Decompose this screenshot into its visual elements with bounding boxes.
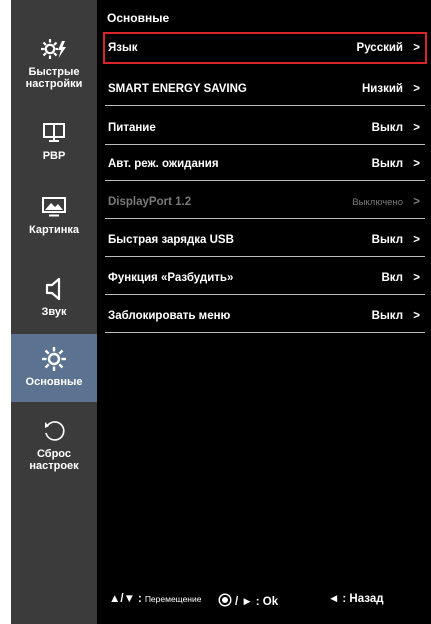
settings-panel: Основные Язык Русский > SMART ENERGY SAV… <box>97 0 431 624</box>
menu-row-auto-standby[interactable]: Авт. реж. ожидания Выкл > <box>105 150 425 181</box>
sidebar: Быстрые настройки PBP Картинка Звук Осно… <box>11 0 97 624</box>
row-label: Авт. реж. ожидания <box>108 158 219 170</box>
divider <box>105 256 425 257</box>
sidebar-item-label: Основные <box>25 376 83 388</box>
row-value: Выкл <box>371 122 403 134</box>
move-hint: ▲/▼ : Перемещение <box>109 593 201 605</box>
chevron-right-icon: > <box>413 196 420 208</box>
menu-row-language[interactable]: Язык Русский > <box>103 32 427 64</box>
sidebar-item-sound[interactable]: Звук <box>11 276 97 326</box>
page-title: Основные <box>107 11 170 25</box>
sidebar-item-label-line2: настройки <box>25 78 83 90</box>
left-arrow-icon: ◄ <box>328 593 340 605</box>
footer-hints: ▲/▼ : Перемещение / ► : Ok ◄ : Назад <box>109 593 419 609</box>
osd-menu: Быстрые настройки PBP Картинка Звук Осно… <box>11 0 431 624</box>
chevron-right-icon: > <box>413 310 420 322</box>
speaker-icon <box>41 276 67 302</box>
divider <box>105 294 425 295</box>
chevron-right-icon: > <box>413 158 420 170</box>
back-hint: ◄ : Назад <box>328 593 384 605</box>
pbp-icon <box>41 120 67 146</box>
divider <box>105 144 425 145</box>
row-label: Быстрая зарядка USB <box>108 234 234 246</box>
menu-row-lock-menu[interactable]: Заблокировать меню Выкл > <box>105 302 425 333</box>
sidebar-item-label: Звук <box>41 306 67 318</box>
row-value: Выключено <box>352 197 403 208</box>
row-label: Заблокировать меню <box>108 310 231 322</box>
divider <box>105 105 425 106</box>
row-value: Выкл <box>371 310 403 322</box>
joystick-button-icon <box>218 593 232 610</box>
row-label: Язык <box>108 42 138 54</box>
reset-icon <box>41 418 67 444</box>
row-label: Питание <box>108 122 156 134</box>
menu-row-smart-energy-saving[interactable]: SMART ENERGY SAVING Низкий > <box>105 75 425 106</box>
chevron-right-icon: > <box>413 83 420 95</box>
row-label: SMART ENERGY SAVING <box>108 83 247 95</box>
row-value: Вкл <box>381 272 403 284</box>
sidebar-item-label: Быстрые <box>28 66 80 78</box>
sidebar-item-reset[interactable]: Сброс настроек <box>11 418 97 478</box>
chevron-right-icon: > <box>413 42 420 54</box>
row-value: Выкл <box>371 158 403 170</box>
menu-row-power[interactable]: Питание Выкл > <box>105 114 425 145</box>
sidebar-item-label: PBP <box>42 150 66 162</box>
row-value: Русский <box>356 42 403 54</box>
divider <box>105 332 425 333</box>
menu-row-wake-up[interactable]: Функция «Разбудить» Вкл > <box>105 264 425 295</box>
divider <box>105 180 425 181</box>
menu-row-displayport: DisplayPort 1.2 Выключено > <box>105 188 425 219</box>
sidebar-item-label: Картинка <box>29 224 79 236</box>
sidebar-item-quick-settings[interactable]: Быстрые настройки <box>11 36 97 106</box>
quick-settings-icon <box>41 36 67 62</box>
move-label: Перемещение <box>144 594 202 604</box>
divider <box>105 218 425 219</box>
chevron-right-icon: > <box>413 234 420 246</box>
colon: : <box>137 593 142 605</box>
ok-hint: / ► : Ok <box>218 593 278 610</box>
gear-icon <box>41 346 67 372</box>
row-value: Низкий <box>362 83 403 95</box>
row-label: Функция «Разбудить» <box>108 272 234 284</box>
sidebar-item-label-line2: настроек <box>29 460 79 472</box>
ok-label: : Ok <box>255 595 279 608</box>
right-arrow-icon: / ► <box>235 595 253 608</box>
back-label: : Назад <box>342 593 384 605</box>
picture-icon <box>41 194 67 220</box>
row-value: Выкл <box>371 234 403 246</box>
chevron-right-icon: > <box>413 272 420 284</box>
sidebar-item-pbp[interactable]: PBP <box>11 120 97 170</box>
arrows-up-down-icon: ▲/▼ <box>109 593 135 605</box>
sidebar-item-general[interactable]: Основные <box>11 334 97 402</box>
sidebar-item-picture[interactable]: Картинка <box>11 194 97 244</box>
sidebar-item-label: Сброс <box>36 448 71 460</box>
chevron-right-icon: > <box>413 122 420 134</box>
row-label: DisplayPort 1.2 <box>108 196 192 208</box>
menu-row-usb-quick-charge[interactable]: Быстрая зарядка USB Выкл > <box>105 226 425 257</box>
